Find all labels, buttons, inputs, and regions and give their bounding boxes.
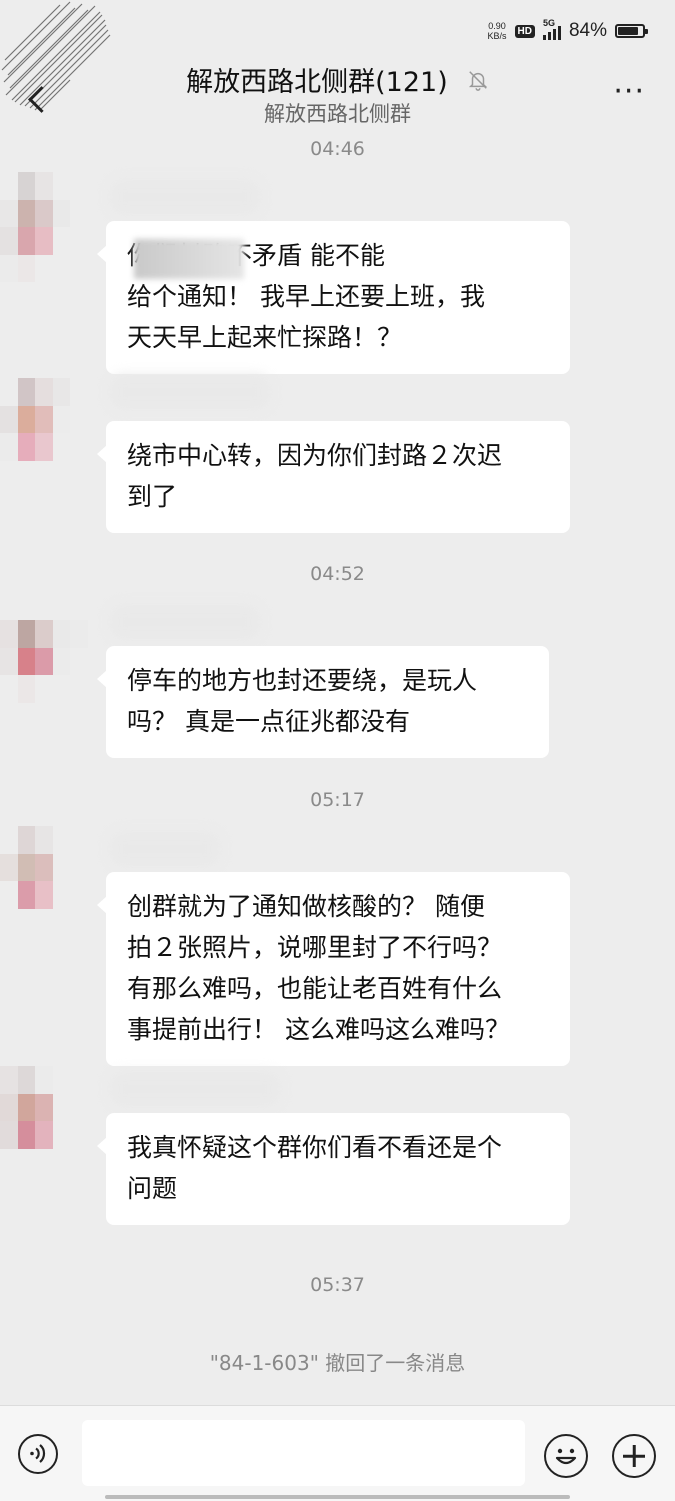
title-row: 解放西路北侧群(121) (0, 60, 675, 99)
sender-name-blurred (110, 180, 260, 214)
plus-button[interactable] (612, 1434, 656, 1478)
signal-icon: 5G (542, 18, 561, 40)
sender-name-blurred (110, 605, 260, 639)
network-type: 5G (542, 18, 555, 28)
more-options-button[interactable]: ··· (613, 77, 645, 107)
status-indicators: 0.90 KB/s HD 5G 84% (488, 18, 648, 42)
input-bar (0, 1405, 675, 1501)
sender-name-blurred (110, 832, 220, 866)
avatar[interactable] (0, 1066, 105, 1176)
message-bubble[interactable]: 你们封路不矛盾 能不能 给个通知！ 我早上还要上班，我 天天早上起来忙探路！？ (97, 221, 570, 374)
avatar[interactable] (0, 826, 105, 936)
chat-subtitle: 解放西路北侧群 (264, 102, 411, 126)
avatar[interactable] (0, 378, 105, 488)
message-text: 停车的地方也封还要绕，是玩人 吗？ 真是一点征兆都没有 (127, 666, 478, 736)
battery-fill (618, 27, 639, 35)
bell-off-icon (468, 70, 487, 91)
message-text: 我真怀疑这个群你们看不看还是个 问题 (127, 1133, 503, 1203)
home-indicator (105, 1495, 570, 1499)
system-recall-message: "84-1-603" 撤回了一条消息 (209, 1351, 466, 1375)
timestamp: 05:17 (310, 789, 365, 811)
message-text: 绕市中心转，因为你们封路２次迟 到了 (127, 441, 503, 511)
message-input[interactable] (82, 1420, 525, 1486)
voice-icon (30, 1444, 46, 1463)
network-speed-value: 0.90 (488, 21, 506, 31)
avatar[interactable] (0, 620, 105, 730)
message-bubble[interactable]: 停车的地方也封还要绕，是玩人 吗？ 真是一点征兆都没有 (97, 646, 549, 758)
blurred-region (134, 239, 244, 279)
sender-name-blurred (110, 1072, 280, 1106)
network-speed: 0.90 KB/s (488, 21, 507, 41)
timestamp: 04:46 (310, 138, 365, 160)
battery-icon (615, 24, 648, 38)
chat-title[interactable]: 解放西路北侧群(121) (186, 60, 448, 99)
network-speed-unit: KB/s (487, 31, 507, 41)
message-bubble[interactable]: 绕市中心转，因为你们封路２次迟 到了 (97, 421, 570, 533)
hd-badge: HD (514, 24, 535, 38)
message-bubble[interactable]: 创群就为了通知做核酸的？ 随便 拍２张照片，说哪里封了不行吗？ 有那么难吗，也能… (97, 872, 570, 1066)
timestamp: 04:52 (310, 563, 365, 585)
sender-name-blurred (110, 375, 270, 409)
message-text: 创群就为了通知做核酸的？ 随便 拍２张照片，说哪里封了不行吗？ 有那么难吗，也能… (127, 892, 510, 1044)
chat-header: 解放西路北侧群(121) 解放西路北侧群 ··· (0, 1, 675, 130)
message-bubble[interactable]: 我真怀疑这个群你们看不看还是个 问题 (97, 1113, 570, 1225)
avatar[interactable] (0, 172, 105, 282)
battery-percent: 84% (568, 20, 607, 41)
more-icon: ··· (613, 74, 645, 109)
emoji-button[interactable] (544, 1434, 588, 1478)
emoji-icon (555, 1448, 577, 1465)
timestamp: 05:37 (310, 1274, 365, 1296)
voice-button[interactable] (18, 1434, 58, 1474)
